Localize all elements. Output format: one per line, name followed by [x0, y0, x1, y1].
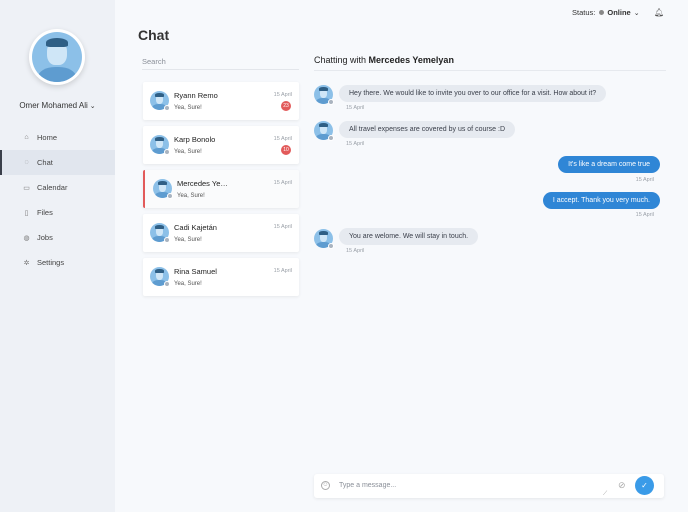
contact-last-message: Yea, Sure!	[174, 105, 202, 111]
contact-name: Mercedes Yemelyan	[177, 179, 232, 188]
divider	[314, 70, 666, 71]
attachment-icon[interactable]: ⊘	[618, 480, 626, 491]
contact-item[interactable]: Cadi Kajetán Yea, Sure! 15 April	[143, 214, 299, 252]
message-date: 15 April	[635, 177, 654, 183]
send-icon: ✓	[641, 481, 648, 490]
contact-name: Cadi Kajetán	[174, 223, 217, 232]
avatar	[314, 85, 334, 105]
chat-heading-prefix: Chatting with	[314, 55, 367, 65]
contact-date: 15 April	[273, 136, 292, 142]
avatar	[314, 121, 334, 141]
search-underline	[142, 69, 299, 70]
presence-dot-icon	[328, 135, 334, 141]
unread-badge: 10	[281, 145, 291, 155]
avatar	[150, 267, 170, 287]
presence-dot-icon	[164, 237, 170, 243]
send-button[interactable]: ✓	[635, 476, 654, 495]
nav-item-settings[interactable]: ✲ Settings	[0, 250, 115, 275]
message-date: 15 April	[346, 141, 365, 147]
contact-item[interactable]: Rina Samuel Yea, Sure! 15 April	[143, 258, 299, 296]
message-date: 15 April	[346, 105, 365, 111]
nav-item-label: Files	[37, 208, 53, 217]
nav-item-jobs[interactable]: ◍ Jobs	[0, 225, 115, 250]
search-input[interactable]: Search	[142, 57, 166, 66]
main-nav: ⌂ Home ◌ Chat ▭ Calendar ▯ Files ◍ Jobs …	[0, 125, 115, 275]
presence-dot-icon	[164, 105, 170, 111]
nav-item-label: Home	[37, 133, 58, 142]
nav-item-label: Settings	[37, 258, 65, 267]
contact-date: 15 April	[273, 268, 292, 274]
contact-item[interactable]: Karp Bonolo Yea, Sure! 15 April 10	[143, 126, 299, 164]
contact-item-selected[interactable]: Mercedes Yemelyan Yea, Sure! 15 April	[143, 170, 299, 208]
avatar	[153, 179, 173, 199]
status-value: Online	[607, 8, 631, 17]
avatar	[150, 91, 170, 111]
contact-name: Rina Samuel	[174, 267, 217, 276]
contact-last-message: Yea, Sure!	[174, 237, 202, 243]
message-bubble: You are welome. We will stay in touch.	[339, 228, 479, 245]
nav-item-files[interactable]: ▯ Files	[0, 200, 115, 225]
contact-name: Karp Bonolo	[174, 135, 216, 144]
contact-last-message: Yea, Sure!	[177, 193, 205, 199]
unread-badge: 23	[281, 101, 291, 111]
contact-date: 15 April	[273, 92, 292, 98]
avatar	[314, 229, 334, 249]
chat-heading: Chatting with Mercedes Yemelyan	[314, 55, 454, 65]
nav-item-label: Jobs	[37, 233, 53, 242]
contact-name: Ryann Remo	[174, 91, 218, 100]
settings-icon: ✲	[23, 259, 30, 267]
status-label: Status:	[572, 8, 596, 17]
message-bubble: Hey there. We would like to invite you o…	[339, 85, 607, 102]
avatar	[150, 223, 170, 243]
avatar	[150, 135, 170, 155]
resize-handle-icon[interactable]: ⟋	[603, 491, 607, 498]
status-dot-icon	[599, 10, 605, 15]
nav-item-home[interactable]: ⌂ Home	[0, 125, 115, 150]
status-selector[interactable]: Status: Online ⌄	[572, 8, 640, 17]
message-date: 15 April	[635, 212, 654, 218]
contact-last-message: Yea, Sure!	[174, 281, 202, 287]
chat-icon: ◌	[24, 159, 29, 166]
nav-item-label: Chat	[37, 158, 53, 167]
calendar-icon: ▭	[23, 184, 30, 192]
contact-date: 15 April	[273, 224, 292, 230]
contact-item[interactable]: Ryann Remo Yea, Sure! 15 April 23	[143, 82, 299, 120]
home-icon: ⌂	[24, 134, 29, 141]
message-date: 15 April	[346, 248, 365, 254]
nav-item-label: Calendar	[37, 183, 68, 192]
contact-date: 15 April	[273, 180, 292, 186]
emoji-icon[interactable]: ☺	[321, 481, 330, 490]
jobs-icon: ◍	[23, 234, 30, 242]
chevron-down-icon: ⌄	[633, 9, 640, 17]
nav-item-calendar[interactable]: ▭ Calendar	[0, 175, 115, 200]
presence-dot-icon	[328, 243, 334, 249]
presence-dot-icon	[328, 99, 334, 105]
message-bubble-outgoing: I accept. Thank you very much.	[542, 192, 660, 209]
chevron-down-icon: ⌄	[89, 103, 96, 110]
presence-dot-icon	[167, 193, 173, 199]
message-composer: ☺ Type a message... ⟋ ⊘ ✓	[314, 474, 664, 498]
bell-icon[interactable]: 🔔︎	[654, 8, 664, 17]
files-icon: ▯	[24, 209, 29, 217]
message-input[interactable]: Type a message...	[339, 482, 396, 489]
presence-dot-icon	[164, 281, 170, 287]
user-name: Omer Mohamed Ali	[19, 101, 88, 110]
presence-dot-icon	[164, 149, 170, 155]
chat-contact-name: Mercedes Yemelyan	[368, 55, 454, 65]
contact-last-message: Yea, Sure!	[174, 149, 202, 155]
user-menu[interactable]: Omer Mohamed Ali ⌄	[0, 101, 115, 110]
contact-list: Ryann Remo Yea, Sure! 15 April 23 Karp B…	[143, 82, 299, 302]
page-title: Chat	[138, 27, 170, 43]
sidebar: Omer Mohamed Ali ⌄ ⌂ Home ◌ Chat ▭ Calend…	[0, 0, 115, 512]
message-bubble-outgoing: It's like a dream come true	[558, 156, 660, 173]
message-bubble: All travel expenses are covered by us of…	[339, 121, 516, 138]
nav-item-chat[interactable]: ◌ Chat	[0, 150, 115, 175]
profile-avatar[interactable]	[29, 29, 85, 85]
